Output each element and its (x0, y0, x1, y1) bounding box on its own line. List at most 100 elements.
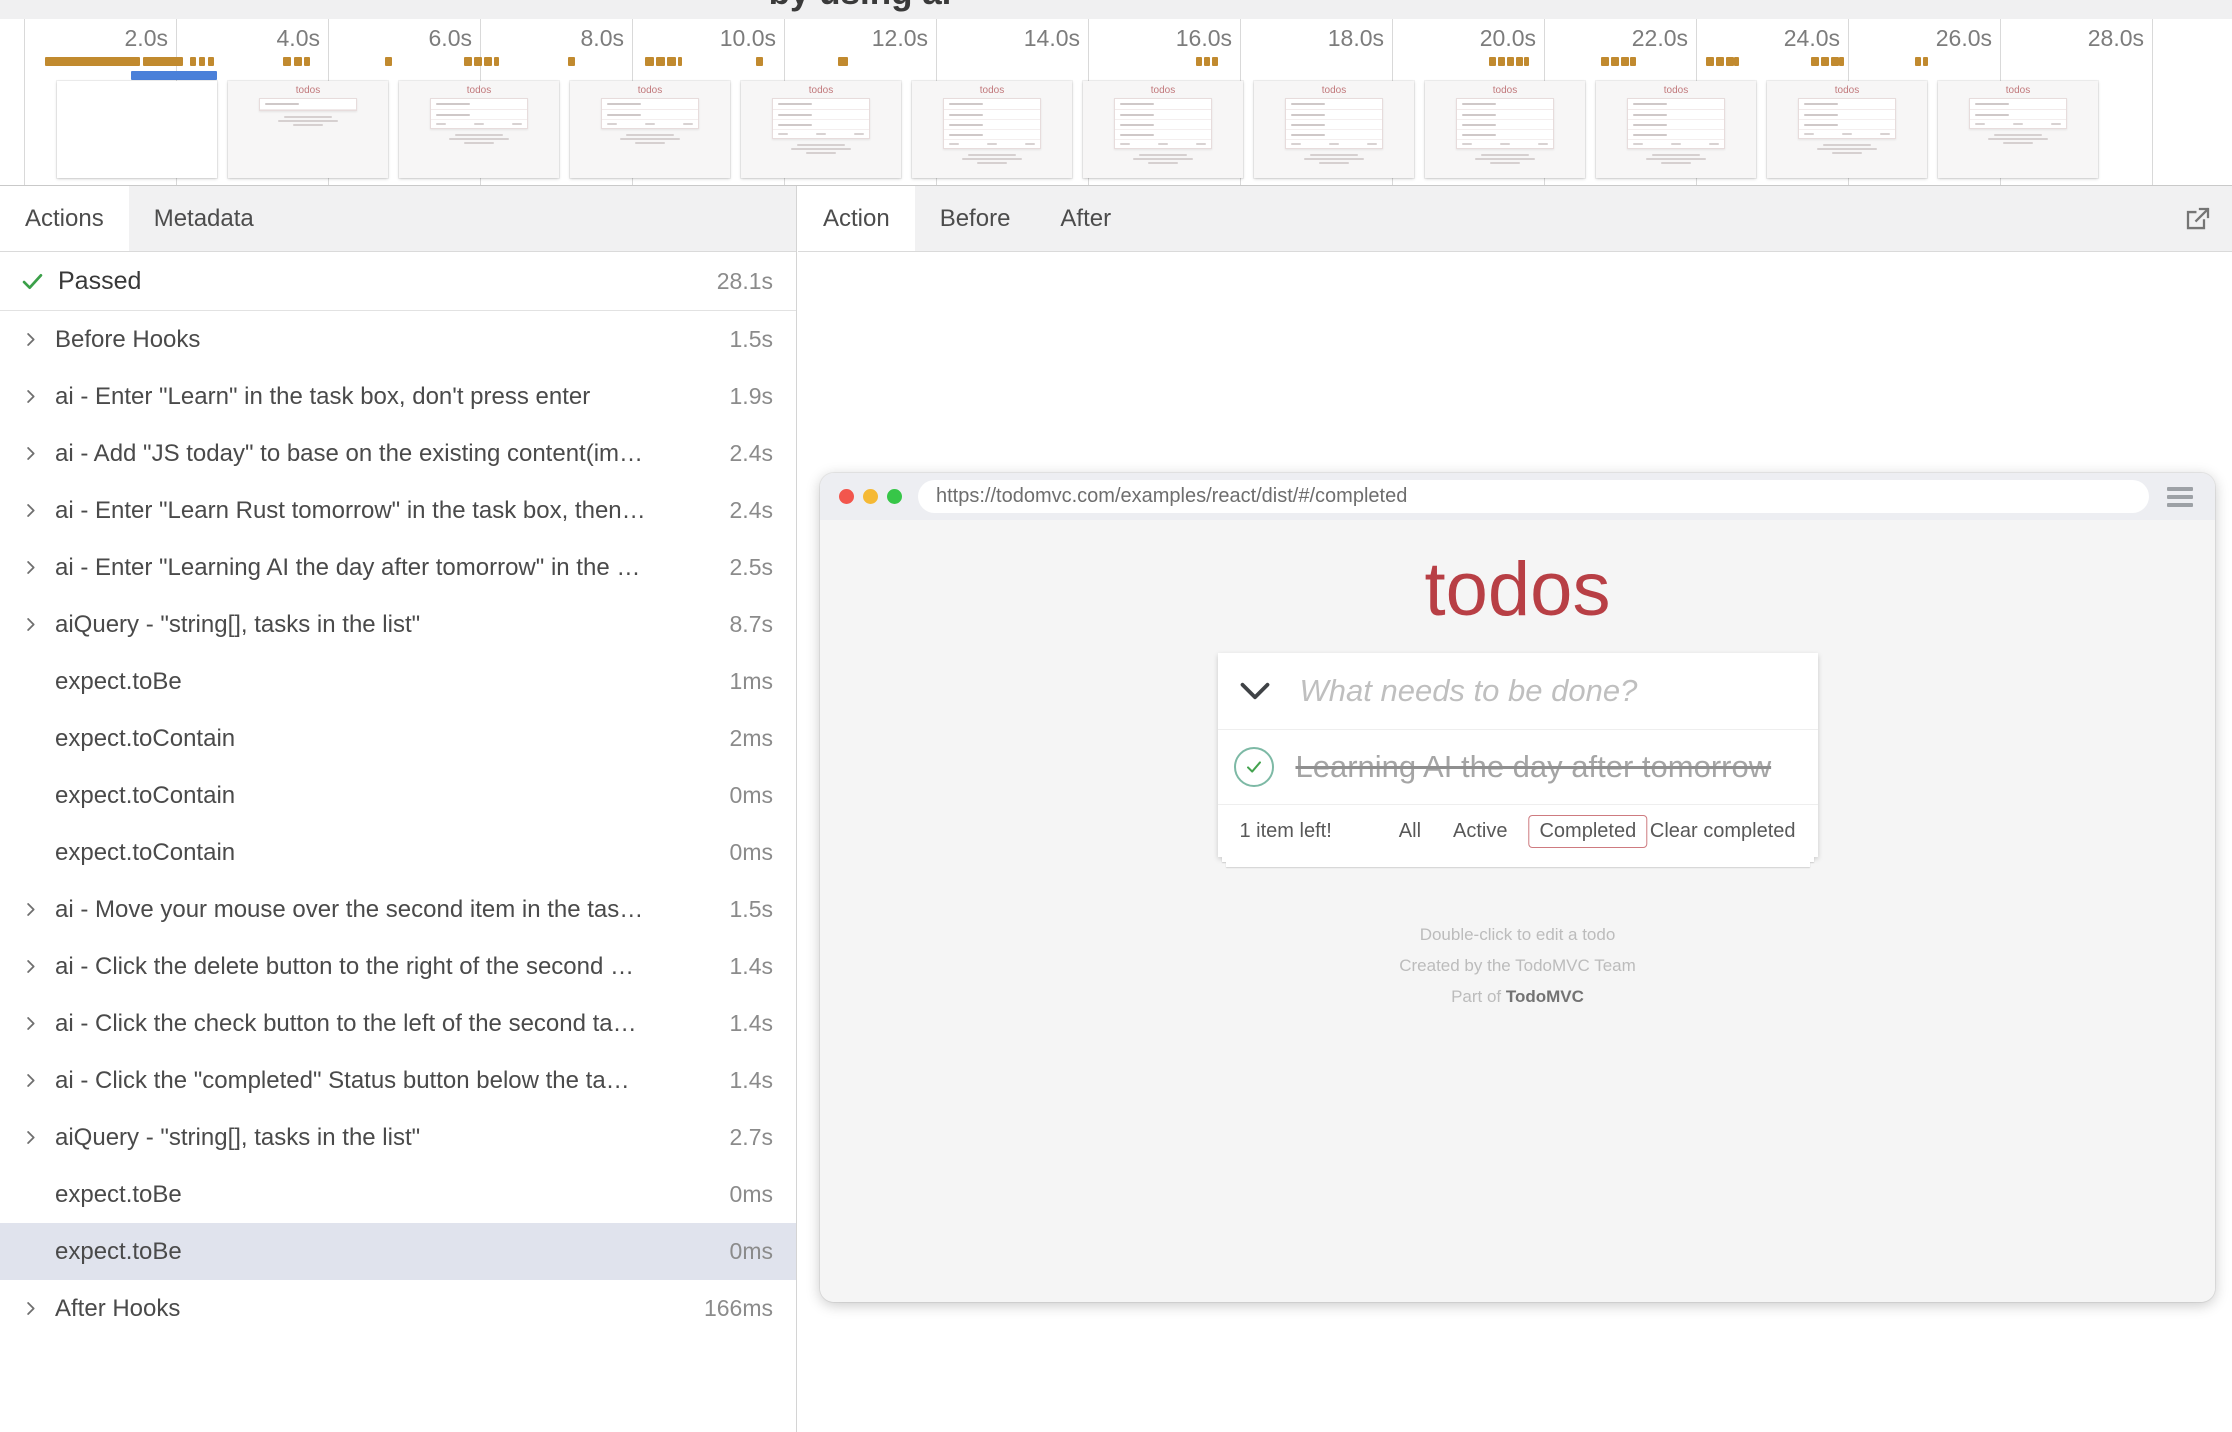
traffic-red-icon (839, 489, 854, 504)
external-link-icon[interactable] (2182, 186, 2214, 251)
action-row[interactable]: ai - Enter "Learn Rust tomorrow" in the … (0, 482, 796, 539)
filmstrip-thumbnail[interactable]: todos (741, 81, 901, 178)
timeline-progress-bar (131, 71, 217, 80)
filmstrip-thumbnail[interactable]: todos (1938, 81, 2098, 178)
filter-completed[interactable]: Completed (1528, 815, 1647, 848)
action-row-duration: 8.7s (718, 611, 781, 638)
filmstrip-thumbnail[interactable]: todos (1767, 81, 1927, 178)
action-row[interactable]: expect.toContain0ms (0, 767, 796, 824)
action-row[interactable]: ai - Enter "Learn" in the task box, don'… (0, 368, 796, 425)
action-row-duration: 166ms (692, 1295, 781, 1322)
snapshot-panel: ActionBeforeAfter https://todomvc.com/ex… (798, 186, 2232, 1432)
timeline-action-bar (1507, 57, 1514, 66)
action-row[interactable]: expect.toBe1ms (0, 653, 796, 710)
timeline-action-bar (656, 57, 665, 66)
app-footer: Double-click to edit a todoCreated by th… (820, 919, 2215, 1012)
action-row[interactable]: ai - Enter "Learning AI the day after to… (0, 539, 796, 596)
action-row-label: ai - Move your mouse over the second ite… (55, 896, 643, 924)
filmstrip-thumbnail[interactable]: todos (1083, 81, 1243, 178)
address-bar[interactable]: https://todomvc.com/examples/react/dist/… (918, 480, 2149, 513)
ruler-tick-label: 28.0s (1994, 25, 2144, 52)
timeline-action-bar (143, 57, 183, 66)
filter-all[interactable]: All (1388, 815, 1432, 848)
todo-card-footer: 1 item left! AllActiveCompleted Clear co… (1218, 805, 1818, 857)
action-row[interactable]: aiQuery - "string[], tasks in the list"2… (0, 1109, 796, 1166)
action-row-label: expect.toContain (55, 725, 235, 753)
action-row[interactable]: ai - Click the "completed" Status button… (0, 1052, 796, 1109)
action-row[interactable]: Before Hooks1.5s (0, 311, 796, 368)
action-row[interactable]: expect.toContain2ms (0, 710, 796, 767)
new-todo-row (1218, 653, 1818, 730)
action-row-duration: 2.7s (718, 1124, 781, 1151)
todo-item-row[interactable]: Learning AI the day after tomorrow (1218, 730, 1818, 805)
filmstrip-thumbnail[interactable]: todos (912, 81, 1072, 178)
timeline-action-bar (1734, 57, 1739, 66)
timeline-action-bar (1706, 57, 1714, 66)
tab-action[interactable]: Action (798, 186, 915, 251)
timeline-action-bar (678, 57, 682, 66)
action-row[interactable]: expect.toContain0ms (0, 824, 796, 881)
action-row[interactable]: After Hooks166ms (0, 1280, 796, 1337)
ruler-tick-label: 10.0s (626, 25, 776, 52)
trace-viewer: { "header": { "clipped_title_fragment": … (0, 0, 2232, 1432)
tab-metadata[interactable]: Metadata (129, 186, 279, 251)
action-row[interactable]: ai - Move your mouse over the second ite… (0, 881, 796, 938)
chevron-right-icon (15, 501, 55, 520)
filmstrip-thumbnail[interactable]: todos (1596, 81, 1756, 178)
action-row-duration: 0ms (718, 1238, 781, 1265)
timeline-action-bar (1839, 57, 1844, 66)
filmstrip-thumbnail[interactable]: todos (570, 81, 730, 178)
action-row-label: ai - Enter "Learn" in the task box, don'… (55, 383, 590, 411)
timeline-action-bar (1821, 57, 1829, 66)
timeline-action-bar (1811, 57, 1819, 66)
card-stack-layer (1226, 862, 1810, 867)
clear-completed-button[interactable]: Clear completed (1650, 820, 1796, 843)
filmstrip-thumbnail[interactable]: todos (1425, 81, 1585, 178)
filmstrip-thumbnail[interactable]: todos (1254, 81, 1414, 178)
ruler-tick-label: 2.0s (18, 25, 168, 52)
filmstrip-thumbnail[interactable]: todos (228, 81, 388, 178)
toggle-all-chevron-down-icon[interactable] (1240, 682, 1270, 700)
timeline-action-bar (385, 57, 392, 66)
action-row-label: expect.toBe (55, 668, 182, 696)
action-row-duration: 2.5s (718, 554, 781, 581)
filmstrip-thumbnail[interactable] (57, 81, 217, 178)
chevron-right-icon (15, 387, 55, 406)
action-row-duration: 0ms (718, 782, 781, 809)
todo-complete-check-icon[interactable] (1234, 747, 1274, 787)
action-row[interactable]: aiQuery - "string[], tasks in the list"8… (0, 596, 796, 653)
action-row-duration: 2.4s (718, 497, 781, 524)
traffic-lights (839, 489, 902, 504)
action-row-duration: 0ms (718, 839, 781, 866)
action-row-label: Before Hooks (55, 326, 200, 354)
action-row[interactable]: expect.toBe0ms (0, 1223, 796, 1280)
timeline-action-bar (190, 57, 196, 66)
timeline-action-bar (1516, 57, 1523, 66)
timeline-action-bar (199, 57, 205, 66)
timeline-action-bar (1923, 57, 1928, 66)
tab-after[interactable]: After (1035, 186, 1136, 251)
tab-actions[interactable]: Actions (0, 186, 129, 251)
timeline-action-bar (294, 57, 302, 66)
action-row-duration: 1.4s (718, 953, 781, 980)
test-status-row[interactable]: Passed 28.1s (0, 252, 796, 311)
timeline-action-bar (1831, 57, 1839, 66)
action-row[interactable]: expect.toBe0ms (0, 1166, 796, 1223)
action-row[interactable]: ai - Click the check button to the left … (0, 995, 796, 1052)
ruler-tick-label: 4.0s (170, 25, 320, 52)
timeline-action-bar (1915, 57, 1921, 66)
ruler-tick-label: 8.0s (474, 25, 624, 52)
action-row[interactable]: ai - Add "JS today" to base on the exist… (0, 425, 796, 482)
menu-icon[interactable] (2167, 487, 2193, 507)
action-row-label: ai - Enter "Learning AI the day after to… (55, 554, 640, 582)
tab-before[interactable]: Before (915, 186, 1036, 251)
timeline[interactable]: 2.0s4.0s6.0s8.0s10.0s12.0s14.0s16.0s18.0… (0, 19, 2232, 186)
chevron-right-icon (15, 444, 55, 463)
action-row-duration: 1.4s (718, 1010, 781, 1037)
filter-active[interactable]: Active (1442, 815, 1518, 848)
new-todo-input[interactable] (1298, 672, 1772, 710)
actions-panel: ActionsMetadata Passed 28.1s Before Hook… (0, 186, 797, 1432)
action-row[interactable]: ai - Click the delete button to the righ… (0, 938, 796, 995)
action-row-duration: 1.5s (718, 896, 781, 923)
filmstrip-thumbnail[interactable]: todos (399, 81, 559, 178)
